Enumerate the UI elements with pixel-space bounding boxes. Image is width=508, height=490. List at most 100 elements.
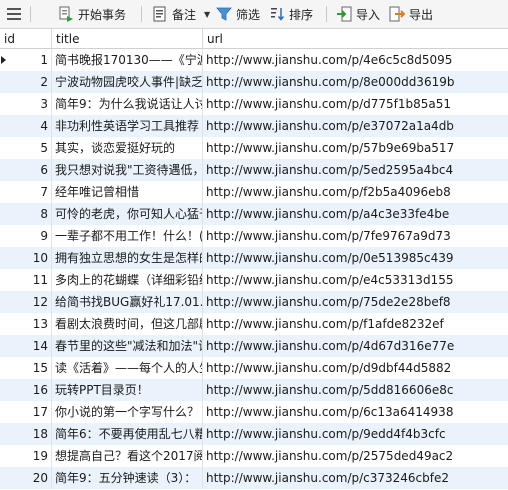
cell-url[interactable]: http://www.jianshu.com/p/5ed2595a4bc4 [203,159,508,181]
cell-id[interactable]: 4 [8,115,52,137]
cell-id[interactable]: 17 [8,401,52,423]
table-row[interactable]: 5 其实，谈恋爱挺好玩的 http://www.jianshu.com/p/57b9… [0,137,508,159]
cell-title[interactable]: 给简书找BUG赢好礼17.01.2 [52,291,203,313]
row-selector[interactable] [0,49,8,71]
cell-url[interactable]: http://www.jianshu.com/p/75de2e28bef8 [203,291,508,313]
row-selector[interactable] [0,269,8,291]
cell-id[interactable]: 16 [8,379,52,401]
chevron-down-icon[interactable]: ▼ [204,10,210,19]
cell-title[interactable]: 其实，谈恋爱挺好玩的 [52,137,203,159]
filter-button[interactable]: 筛选 [216,3,260,25]
column-header-url[interactable]: url [203,29,508,49]
cell-id[interactable]: 10 [8,247,52,269]
import-button[interactable]: 导入 [336,3,380,25]
cell-url[interactable]: http://www.jianshu.com/p/7fe9767a9d73 [203,225,508,247]
row-selector[interactable] [0,401,8,423]
table-row[interactable]: 6 我只想对说我"工资待遇低， http://www.jianshu.com/p/5… [0,159,508,181]
row-selector[interactable] [0,379,8,401]
cell-id[interactable]: 15 [8,357,52,379]
cell-id[interactable]: 1 [8,49,52,71]
cell-url[interactable]: http://www.jianshu.com/p/a4c3e33fe4be [203,203,508,225]
cell-title[interactable]: 非功利性英语学习工具推荐 [52,115,203,137]
table-row[interactable]: 9 一辈子都不用工作！什么！(http://www.jianshu.com/p/7… [0,225,508,247]
row-selector[interactable] [0,115,8,137]
cell-url[interactable]: http://www.jianshu.com/p/d9dbf44d5882 [203,357,508,379]
cell-id[interactable]: 18 [8,423,52,445]
column-header-id[interactable]: id [0,29,52,49]
cell-id[interactable]: 14 [8,335,52,357]
row-selector[interactable] [0,159,8,181]
row-selector[interactable] [0,445,8,467]
cell-title[interactable]: 我只想对说我"工资待遇低， [52,159,203,181]
cell-title[interactable]: 拥有独立思想的女生是怎样的 [52,247,203,269]
cell-title[interactable]: 你小说的第一个字写什么？ [52,401,203,423]
cell-url[interactable]: http://www.jianshu.com/p/5dd816606e8c [203,379,508,401]
row-selector[interactable] [0,93,8,115]
cell-url[interactable]: http://www.jianshu.com/p/4d67d316e77e [203,335,508,357]
cell-id[interactable]: 3 [8,93,52,115]
menu-icon[interactable] [4,3,24,25]
cell-url[interactable]: http://www.jianshu.com/p/2575ded49ac2 [203,445,508,467]
row-selector[interactable] [0,357,8,379]
row-selector[interactable] [0,313,8,335]
cell-url[interactable]: http://www.jianshu.com/p/c373246cbfe2 [203,467,508,489]
cell-url[interactable]: http://www.jianshu.com/p/d775f1b85a51 [203,93,508,115]
row-selector[interactable] [0,423,8,445]
cell-url[interactable]: http://www.jianshu.com/p/6c13a6414938 [203,401,508,423]
row-selector[interactable] [0,467,8,489]
cell-url[interactable]: http://www.jianshu.com/p/f1afde8232ef [203,313,508,335]
table-row[interactable]: 8 可怜的老虎，你可知人心猛于 http://www.jianshu.com/p/a… [0,203,508,225]
cell-title[interactable]: 简年6：不要再使用乱七八糟 [52,423,203,445]
cell-title[interactable]: 一辈子都不用工作！什么！( [52,225,203,247]
cell-id[interactable]: 20 [8,467,52,489]
table-row[interactable]: 17 你小说的第一个字写什么？ http://www.jianshu.com/p/6… [0,401,508,423]
cell-id[interactable]: 7 [8,181,52,203]
row-selector[interactable] [0,335,8,357]
sort-button[interactable]: 排序 [269,3,313,25]
table-row[interactable]: 7 经年唯记曾相惜 http://www.jianshu.com/p/f2b5a40… [0,181,508,203]
begin-transaction-button[interactable]: 开始事务 [58,3,126,25]
cell-url[interactable]: http://www.jianshu.com/p/e4c53313d155 [203,269,508,291]
table-row[interactable]: 3 简年9：为什么我说话让人讨 http://www.jianshu.com/p/d… [0,93,508,115]
remark-button[interactable]: 备注 ▼ [152,3,210,25]
cell-url[interactable]: http://www.jianshu.com/p/0e513985c439 [203,247,508,269]
cell-url[interactable]: http://www.jianshu.com/p/9edd4f4b3cfc [203,423,508,445]
cell-title[interactable]: 宁波动物园虎咬人事件|缺乏 [52,71,203,93]
cell-url[interactable]: http://www.jianshu.com/p/e37072a1a4db [203,115,508,137]
cell-id[interactable]: 2 [8,71,52,93]
cell-title[interactable]: 简年9：五分钟速读（3）： [52,467,203,489]
cell-id[interactable]: 12 [8,291,52,313]
cell-url[interactable]: http://www.jianshu.com/p/8e000dd3619b [203,71,508,93]
table-row[interactable]: 4 非功利性英语学习工具推荐 http://www.jianshu.com/p/e3… [0,115,508,137]
cell-title[interactable]: 读《活着》——每个人的人生 [52,357,203,379]
row-selector[interactable] [0,71,8,93]
cell-url[interactable]: http://www.jianshu.com/p/4e6c5c8d5095 [203,49,508,71]
cell-id[interactable]: 11 [8,269,52,291]
table-row[interactable]: 10 拥有独立思想的女生是怎样的 http://www.jianshu.com/p/… [0,247,508,269]
cell-url[interactable]: http://www.jianshu.com/p/f2b5a4096eb8 [203,181,508,203]
row-selector[interactable] [0,247,8,269]
table-row[interactable]: 13 看剧太浪费时间，但这几部剧 http://www.jianshu.com/p/… [0,313,508,335]
row-selector[interactable] [0,137,8,159]
export-button[interactable]: 导出 [389,3,433,25]
cell-id[interactable]: 13 [8,313,52,335]
table-row[interactable]: 12 给简书找BUG赢好礼17.01.2 http://www.jianshu.co… [0,291,508,313]
table-row[interactable]: 15 读《活着》——每个人的人生 http://www.jianshu.com/p/… [0,357,508,379]
table-row[interactable]: 18 简年6：不要再使用乱七八糟 http://www.jianshu.com/p/… [0,423,508,445]
cell-id[interactable]: 5 [8,137,52,159]
table-row[interactable]: 1 简书晚报170130——《宁波 http://www.jianshu.com/p… [0,49,508,71]
row-selector[interactable] [0,203,8,225]
cell-id[interactable]: 6 [8,159,52,181]
cell-title[interactable]: 简年9：为什么我说话让人讨 [52,93,203,115]
table-row[interactable]: 20 简年9：五分钟速读（3）： http://www.jianshu.com/p/… [0,467,508,489]
cell-id[interactable]: 19 [8,445,52,467]
cell-title[interactable]: 多肉上的花蝴蝶（详细彩铅绘 [52,269,203,291]
cell-id[interactable]: 9 [8,225,52,247]
row-selector[interactable] [0,291,8,313]
row-selector[interactable] [0,181,8,203]
table-row[interactable]: 11 多肉上的花蝴蝶（详细彩铅绘 http://www.jianshu.com/p/… [0,269,508,291]
cell-title[interactable]: 看剧太浪费时间，但这几部剧 [52,313,203,335]
cell-title[interactable]: 想提高自己？看这个2017阅 [52,445,203,467]
cell-title[interactable]: 简书晚报170130——《宁波 [52,49,203,71]
table-row[interactable]: 16 玩转PPT目录页！ http://www.jianshu.com/p/5dd8… [0,379,508,401]
